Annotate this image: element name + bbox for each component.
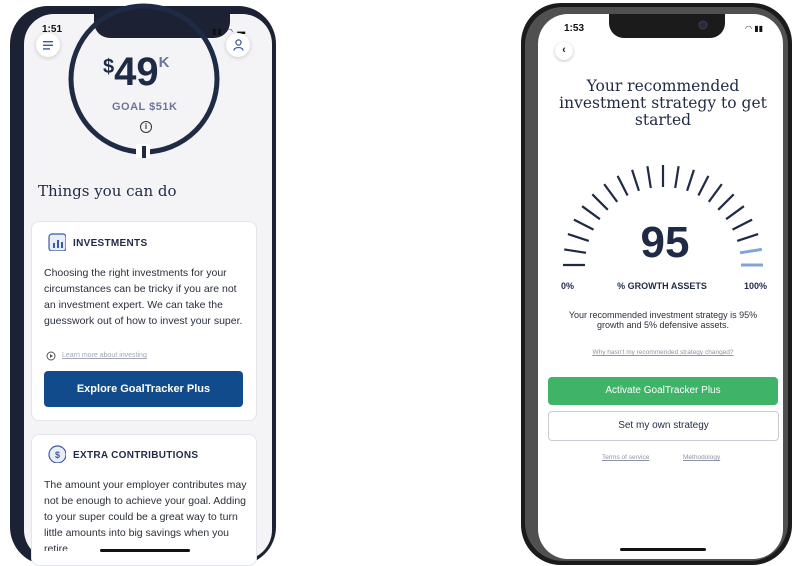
gauge-tick bbox=[736, 233, 759, 242]
activate-goaltracker-button[interactable]: Activate GoalTracker Plus bbox=[548, 377, 778, 405]
things-heading: Things you can do bbox=[38, 182, 177, 200]
dollar-coin-icon: $ bbox=[48, 445, 66, 463]
status-time: 1:53 bbox=[564, 23, 585, 34]
back-button[interactable]: ‹ bbox=[555, 42, 573, 60]
gauge-tick bbox=[603, 183, 619, 203]
contributions-title: EXTRA CONTRIBUTIONS bbox=[73, 450, 199, 461]
goal-amount: $49K bbox=[103, 50, 169, 95]
gauge-max-label: 100% bbox=[744, 281, 768, 291]
learn-more-link[interactable]: Learn more about investing bbox=[62, 352, 147, 359]
gauge-tick bbox=[581, 205, 601, 221]
gauge-tick bbox=[732, 218, 753, 231]
gauge-tick-active bbox=[739, 247, 763, 255]
why-strategy-link[interactable]: Why hasn't my recommended strategy chang… bbox=[556, 349, 770, 356]
profile-button[interactable] bbox=[226, 33, 250, 57]
growth-value: 95 bbox=[640, 218, 690, 267]
gauge-tick bbox=[573, 218, 594, 231]
gauge-tick bbox=[674, 166, 680, 189]
goal-label: GOAL $51K bbox=[112, 101, 178, 113]
home-indicator[interactable] bbox=[620, 548, 706, 551]
amount-unit: K bbox=[158, 54, 170, 71]
strategy-description: Your recommended investment strategy is … bbox=[568, 310, 758, 330]
terms-link[interactable]: Terms of service bbox=[602, 454, 649, 461]
info-icon[interactable]: i bbox=[140, 121, 152, 133]
contributions-body: The amount your employer contributes may… bbox=[44, 479, 247, 551]
set-own-strategy-button[interactable]: Set my own strategy bbox=[548, 411, 779, 441]
currency-symbol: $ bbox=[103, 56, 115, 78]
gauge-tick bbox=[646, 166, 652, 189]
gauge-min-label: 0% bbox=[561, 281, 575, 291]
methodology-link[interactable]: Methodology bbox=[683, 454, 720, 461]
gauge-tick bbox=[567, 233, 590, 242]
svg-text:$: $ bbox=[55, 450, 60, 460]
investments-title: INVESTMENTS bbox=[73, 238, 148, 249]
play-circle-icon bbox=[46, 351, 56, 361]
gauge-tick bbox=[616, 175, 629, 196]
gauge-tick bbox=[707, 183, 723, 203]
gauge-tick bbox=[591, 193, 609, 211]
gauge-caption: % GROWTH ASSETS bbox=[617, 281, 707, 291]
user-icon bbox=[232, 39, 244, 51]
gauge-tick bbox=[725, 205, 745, 221]
gauge-tick bbox=[717, 193, 735, 211]
investments-body: Choosing the right investments for your … bbox=[44, 267, 243, 327]
notch bbox=[609, 14, 725, 38]
explore-goaltracker-button[interactable]: Explore GoalTracker Plus bbox=[44, 371, 243, 407]
gauge-tick bbox=[631, 169, 640, 192]
gauge-tick bbox=[564, 248, 587, 254]
home-indicator[interactable] bbox=[100, 549, 190, 552]
page-title: Your recommended investment strategy to … bbox=[559, 77, 767, 129]
menu-button[interactable] bbox=[36, 33, 60, 57]
gauge-tick bbox=[697, 175, 710, 196]
gauge-tick bbox=[686, 169, 695, 192]
investments-icon bbox=[48, 233, 66, 251]
hamburger-icon bbox=[43, 40, 53, 50]
camera-icon bbox=[698, 20, 708, 30]
amount-value: 49 bbox=[114, 50, 159, 94]
status-icons: ◠ ▮▮ bbox=[745, 24, 764, 33]
